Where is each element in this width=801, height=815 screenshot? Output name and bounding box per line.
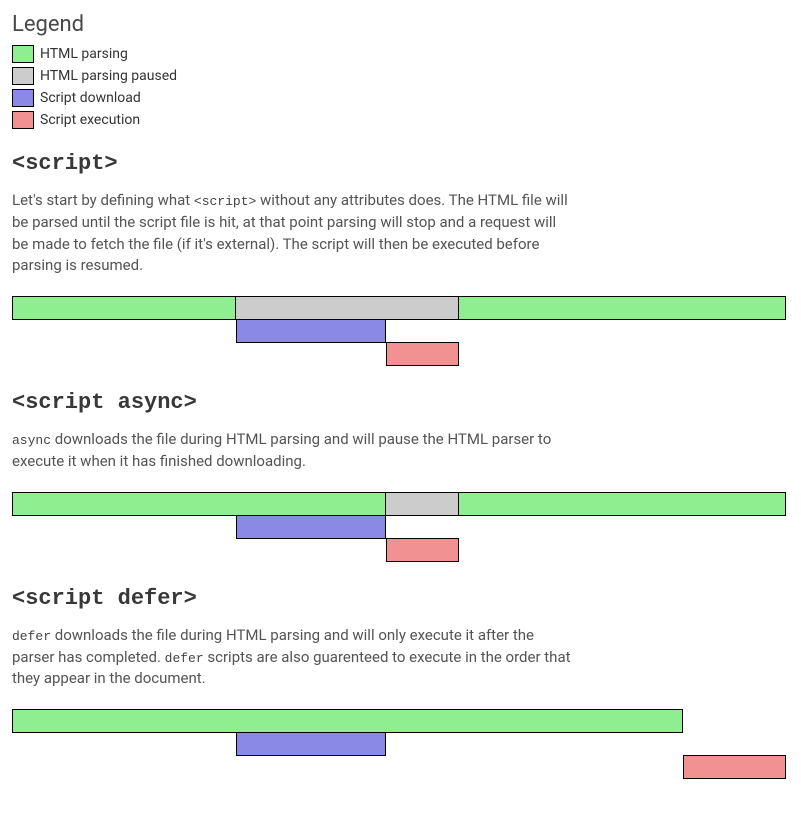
text: Let's start by defining what	[12, 191, 194, 209]
legend-label: HTML parsing paused	[40, 68, 177, 84]
heading-plain: <script>	[12, 151, 789, 176]
segment-paused	[386, 492, 459, 516]
spacer	[12, 342, 386, 366]
legend-item-paused: HTML parsing paused	[12, 67, 789, 85]
legend-item-execution: Script execution	[12, 111, 789, 129]
segment-parsing	[12, 492, 386, 516]
inline-code: defer	[12, 629, 51, 644]
segment-parsing	[12, 709, 683, 733]
section-defer-script: <script defer> defer downloads the file …	[12, 586, 789, 779]
section-async-script: <script async> async downloads the file …	[12, 390, 789, 562]
segment-paused	[236, 296, 459, 320]
swatch-paused	[12, 67, 34, 85]
segment-parsing	[459, 492, 786, 516]
segment-download	[236, 515, 386, 539]
timeline-row	[12, 342, 786, 366]
heading-defer: <script defer>	[12, 586, 789, 611]
heading-async: <script async>	[12, 390, 789, 415]
text: downloads the file during HTML parsing a…	[12, 430, 551, 470]
legend-item-parsing: HTML parsing	[12, 45, 789, 63]
timeline-row	[12, 515, 786, 539]
segment-execution	[386, 538, 459, 562]
legend-item-download: Script download	[12, 89, 789, 107]
spacer	[12, 319, 236, 343]
inline-code: <script>	[194, 194, 256, 209]
legend-label: Script execution	[40, 112, 140, 128]
spacer	[12, 755, 683, 779]
desc-plain: Let's start by defining what <script> wi…	[12, 190, 572, 277]
timeline-row	[12, 755, 786, 779]
legend-items: HTML parsing HTML parsing paused Script …	[12, 45, 789, 129]
timeline-row	[12, 296, 786, 320]
segment-execution	[683, 755, 786, 779]
spacer	[12, 538, 386, 562]
swatch-download	[12, 89, 34, 107]
spacer	[12, 732, 236, 756]
timeline-row	[12, 732, 786, 756]
inline-code: async	[12, 433, 51, 448]
swatch-execution	[12, 111, 34, 129]
timeline-row	[12, 538, 786, 562]
segment-download	[236, 732, 386, 756]
segment-execution	[386, 342, 459, 366]
inline-code: defer	[165, 651, 204, 666]
timeline-row	[12, 709, 786, 733]
timeline-plain	[12, 296, 786, 366]
legend-label: HTML parsing	[40, 46, 128, 62]
legend-title: Legend	[12, 12, 789, 37]
timeline-defer	[12, 709, 786, 779]
timeline-async	[12, 492, 786, 562]
segment-parsing	[12, 296, 236, 320]
desc-defer: defer downloads the file during HTML par…	[12, 625, 572, 690]
desc-async: async downloads the file during HTML par…	[12, 429, 572, 473]
spacer	[12, 515, 236, 539]
swatch-parsing	[12, 45, 34, 63]
timeline-row	[12, 319, 786, 343]
segment-download	[236, 319, 386, 343]
legend-label: Script download	[40, 90, 141, 106]
section-plain-script: <script> Let's start by defining what <s…	[12, 151, 789, 366]
segment-parsing	[459, 296, 786, 320]
timeline-row	[12, 492, 786, 516]
